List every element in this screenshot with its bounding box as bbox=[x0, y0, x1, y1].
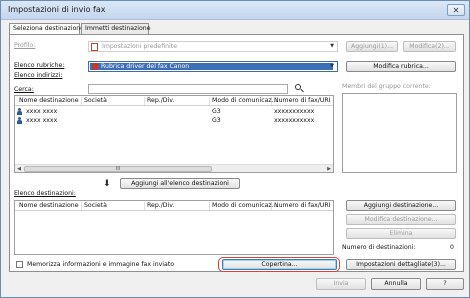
search-input[interactable] bbox=[88, 84, 288, 94]
address-book-value: Rubrica driver del fax Canon bbox=[101, 63, 190, 70]
horizontal-scrollbar[interactable]: ◀ III ▶ bbox=[15, 164, 333, 172]
destination-table-header: Nome destinazione Società Rep./Div. Modo… bbox=[15, 201, 333, 211]
column-header[interactable]: Rep./Div. bbox=[145, 202, 210, 210]
person-icon bbox=[17, 108, 22, 115]
address-list-label: Elenco indirizzi: bbox=[14, 72, 63, 79]
profile-add-button[interactable]: Aggiungi(1)... bbox=[346, 41, 398, 52]
close-button[interactable]: ✕ bbox=[447, 4, 465, 16]
help-button[interactable]: ? bbox=[426, 278, 464, 290]
profile-icon bbox=[91, 43, 98, 51]
person-icon bbox=[17, 117, 22, 124]
edit-destination-button[interactable]: Modifica destinazione... bbox=[346, 214, 456, 225]
profile-select[interactable]: Impostazioni predefinite ▼ bbox=[88, 41, 338, 52]
column-header[interactable]: Società bbox=[82, 97, 145, 105]
row-name: xxxx xxxx bbox=[26, 108, 58, 115]
group-members-list[interactable] bbox=[342, 93, 457, 173]
table-row[interactable]: xxxx xxxx G3 xxxxxxxxxxx bbox=[15, 116, 333, 125]
chevron-down-icon: ▼ bbox=[330, 63, 334, 69]
delete-destination-button[interactable]: Elimina bbox=[346, 228, 456, 239]
address-book-icon bbox=[92, 63, 98, 70]
group-members-label: Membri del gruppo corrente: bbox=[342, 83, 431, 90]
profile-edit-button[interactable]: Modifica(2)... bbox=[403, 41, 456, 52]
column-header[interactable]: Società bbox=[82, 202, 145, 210]
column-header[interactable]: Modo di comunicaz... bbox=[210, 97, 278, 105]
fax-settings-window: Impostazioni di invio fax ✕ Seleziona de… bbox=[0, 0, 470, 298]
address-book-select[interactable]: Rubrica driver del fax Canon ▼ bbox=[88, 61, 338, 72]
search-button[interactable] bbox=[292, 83, 306, 94]
down-arrow-icon: ⬇ bbox=[103, 179, 111, 189]
detail-settings-button[interactable]: Impostazioni dettagliate(3)... bbox=[346, 259, 456, 270]
column-header[interactable]: Numero di fax/URI bbox=[272, 97, 333, 105]
column-header[interactable]: Nome destinazione bbox=[17, 202, 82, 210]
edit-address-book-button[interactable]: Modifica rubrica... bbox=[346, 61, 456, 72]
column-header[interactable]: Nome destinazione bbox=[17, 97, 82, 105]
table-row[interactable]: xxxx xxxx G3 xxxxxxxxxxx bbox=[15, 107, 333, 116]
send-button[interactable]: Invia bbox=[316, 278, 366, 290]
tab-enter-destination[interactable]: Immetti destinazione bbox=[81, 23, 151, 34]
address-table-header: Nome destinazione Società Rep./Div. Modo… bbox=[15, 96, 333, 106]
add-to-destination-list-button[interactable]: Aggiungi all'elenco destinazioni bbox=[120, 178, 240, 189]
destination-count-label: Numero di destinazioni: bbox=[342, 244, 416, 251]
profile-label: Profilo: bbox=[14, 42, 36, 49]
address-table: Nome destinazione Società Rep./Div. Modo… bbox=[14, 95, 334, 173]
address-book-label: Elenco rubriche: bbox=[14, 62, 65, 69]
row-number: xxxxxxxxxxx bbox=[274, 108, 315, 115]
row-number: xxxxxxxxxxx bbox=[274, 117, 315, 124]
search-label: Cerca: bbox=[14, 86, 34, 93]
magnifier-handle bbox=[300, 88, 304, 93]
title-bar: Impostazioni di invio fax ✕ bbox=[1, 1, 469, 20]
add-destination-button[interactable]: Aggiungi destinazione... bbox=[346, 200, 456, 211]
column-header[interactable]: Modo di comunicaz... bbox=[210, 202, 278, 210]
chevron-down-icon: ▼ bbox=[330, 43, 334, 49]
main-panel: Profilo: Impostazioni predefinite ▼ Aggi… bbox=[9, 34, 464, 272]
column-header[interactable]: Numero di fax/URI bbox=[272, 202, 333, 210]
row-name: xxxx xxxx bbox=[26, 117, 58, 124]
row-mode: G3 bbox=[212, 117, 221, 124]
scroll-thumb[interactable]: III bbox=[24, 166, 212, 172]
profile-value: Impostazioni predefinite bbox=[102, 43, 178, 50]
destination-table[interactable]: Nome destinazione Società Rep./Div. Modo… bbox=[14, 200, 334, 255]
column-header[interactable]: Rep./Div. bbox=[145, 97, 210, 105]
store-info-label[interactable]: Memorizza informazioni e immagine fax in… bbox=[27, 261, 174, 268]
destination-count-value: 0 bbox=[450, 244, 454, 251]
row-mode: G3 bbox=[212, 108, 221, 115]
scroll-left-icon[interactable]: ◀ bbox=[15, 165, 23, 172]
scroll-right-icon[interactable]: ▶ bbox=[325, 165, 333, 172]
window-title: Impostazioni di invio fax bbox=[8, 5, 106, 14]
store-info-checkbox[interactable] bbox=[16, 261, 23, 268]
cancel-button[interactable]: Annulla bbox=[371, 278, 421, 290]
cover-page-button[interactable]: Copertina... bbox=[222, 259, 337, 270]
destination-list-label: Elenco destinazioni: bbox=[14, 190, 76, 197]
